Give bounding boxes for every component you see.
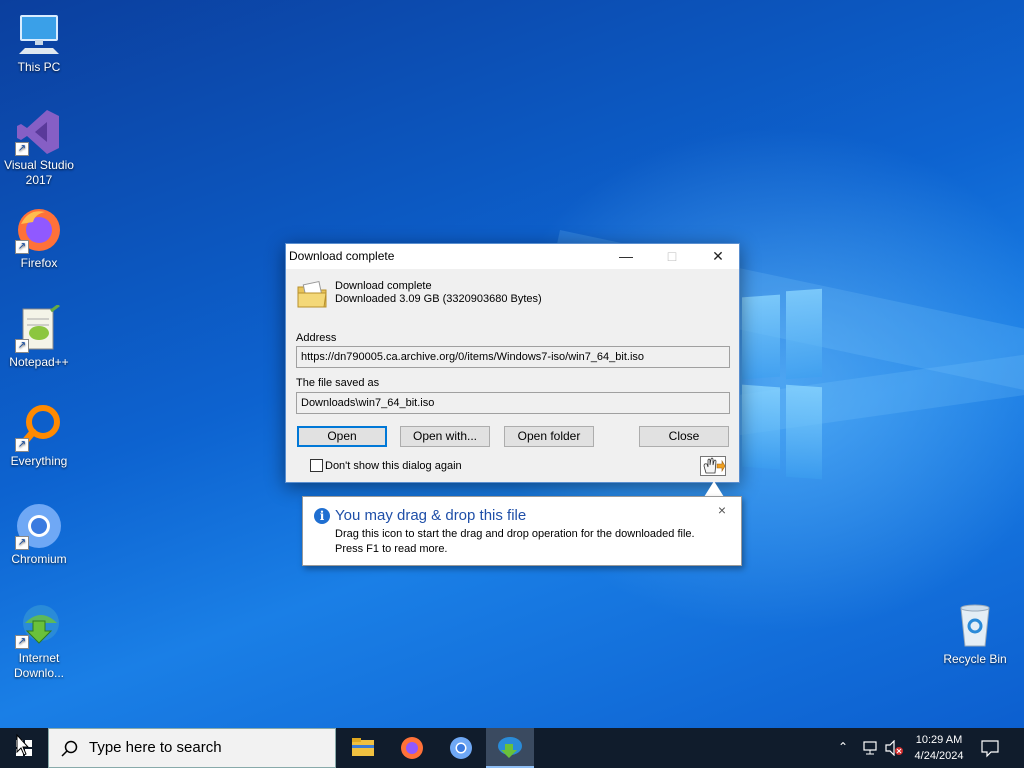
folder-file-icon: [296, 279, 328, 311]
open-folder-button[interactable]: Open folder: [504, 426, 594, 447]
windows-logo-pane: [742, 294, 780, 380]
notification-icon: [981, 740, 999, 758]
network-tray-icon[interactable]: [862, 740, 880, 759]
address-field[interactable]: https://dn790005.ca.archive.org/0/items/…: [296, 346, 730, 368]
start-button[interactable]: [0, 728, 48, 768]
saved-as-field[interactable]: Downloads\win7_64_bit.iso: [296, 392, 730, 414]
desktop-icon-label: Firefox: [20, 256, 58, 270]
notification-center-button[interactable]: [980, 738, 1000, 761]
desktop-icon-internet-download-manager[interactable]: ↗ Internet Downlo...: [1, 601, 77, 681]
open-button[interactable]: Open: [297, 426, 387, 447]
download-size-text: Downloaded 3.09 GB (3320903680 Bytes): [335, 293, 542, 305]
drag-drop-handle[interactable]: [700, 456, 726, 476]
visual-studio-icon: ↗: [15, 108, 63, 156]
taskbar-app-firefox[interactable]: [388, 728, 436, 768]
computer-icon: [15, 10, 63, 58]
windows-logo-pane: [786, 384, 822, 480]
show-hidden-icons-button[interactable]: ⌃: [838, 740, 848, 754]
download-status-heading: Download complete: [335, 280, 432, 292]
drag-hand-icon: [703, 457, 726, 474]
desktop-icon-this-pc[interactable]: This PC: [1, 10, 77, 75]
open-with-button[interactable]: Open with...: [400, 426, 490, 447]
volume-tray-icon[interactable]: [884, 739, 904, 759]
internet-download-manager-icon: [498, 737, 522, 758]
shortcut-arrow-icon: ↗: [15, 339, 29, 353]
clock-time: 10:29 AM: [915, 734, 963, 746]
close-icon: ×: [717, 502, 727, 518]
desktop-icon-everything[interactable]: ↗ Everything: [1, 404, 77, 469]
taskbar-search-box[interactable]: Type here to search: [48, 728, 336, 768]
desktop-icon-visual-studio[interactable]: ↗ Visual Studio 2017: [1, 108, 77, 188]
shortcut-arrow-icon: ↗: [15, 142, 29, 156]
windows-logo-pane: [742, 384, 780, 470]
desktop-icon-label: Chromium: [11, 552, 67, 566]
network-icon: [863, 741, 877, 755]
close-button[interactable]: Close: [639, 426, 729, 447]
close-window-button[interactable]: ✕: [695, 244, 741, 269]
address-label: Address: [296, 332, 337, 344]
dont-show-checkbox-label[interactable]: Don't show this dialog again: [325, 460, 462, 472]
tooltip-pointer: [704, 481, 724, 497]
desktop-icon-notepad-plus-plus[interactable]: ↗ Notepad++: [1, 303, 77, 370]
clock-date: 4/24/2024: [914, 750, 964, 762]
speaker-muted-icon: [885, 739, 903, 757]
minimize-button[interactable]: —: [603, 244, 649, 269]
desktop-icon-label: This PC: [17, 60, 61, 74]
taskbar-app-internet-download-manager[interactable]: [486, 728, 534, 768]
desktop-icon-label: Visual Studio 2017: [4, 158, 74, 187]
desktop-icon-label: Recycle Bin: [943, 652, 1007, 666]
taskbar-app-file-explorer[interactable]: [339, 728, 387, 768]
shortcut-arrow-icon: ↗: [15, 438, 29, 452]
chevron-up-icon: ⌃: [838, 740, 849, 754]
desktop-icon-chromium[interactable]: ↗ Chromium: [1, 502, 77, 567]
notepad-plus-plus-icon: ↗: [15, 303, 63, 353]
desktop-icon-recycle-bin[interactable]: Recycle Bin: [937, 602, 1013, 667]
chromium-icon: ↗: [15, 502, 63, 550]
minimize-icon: —: [619, 248, 633, 264]
tooltip-line-1: Drag this icon to start the drag and dro…: [335, 528, 695, 540]
window-title: Download complete: [289, 249, 395, 263]
search-placeholder: Type here to search: [89, 739, 222, 756]
dont-show-checkbox[interactable]: [310, 459, 323, 472]
tooltip-line-2: Press F1 to read more.: [335, 543, 448, 555]
desktop-icon-label: Internet Downlo...: [13, 651, 65, 680]
shortcut-arrow-icon: ↗: [15, 635, 29, 649]
maximize-icon: □: [667, 248, 677, 264]
close-icon: ✕: [712, 248, 724, 264]
everything-search-icon: ↗: [15, 404, 63, 452]
taskbar-app-chromium[interactable]: [437, 728, 485, 768]
folder-icon: [352, 738, 374, 756]
windows-start-icon: [16, 733, 32, 756]
desktop-icon-firefox[interactable]: ↗ Firefox: [1, 206, 77, 271]
firefox-icon: [401, 737, 423, 759]
desktop-icon-label: Everything: [10, 454, 68, 468]
tooltip-title: You may drag & drop this file: [335, 507, 527, 524]
info-icon: i: [314, 508, 330, 524]
shortcut-arrow-icon: ↗: [15, 240, 29, 254]
firefox-icon: ↗: [15, 206, 63, 254]
windows-logo-pane: [786, 288, 822, 380]
clock[interactable]: 10:29 AM 4/24/2024: [909, 732, 969, 764]
chromium-icon: [450, 737, 472, 759]
download-complete-dialog: Download complete — □ ✕ Download complet…: [285, 243, 740, 483]
search-icon: [61, 740, 78, 757]
recycle-bin-icon: [951, 602, 999, 650]
drag-drop-tooltip: i You may drag & drop this file Drag thi…: [302, 496, 742, 566]
maximize-button: □: [649, 244, 695, 269]
shortcut-arrow-icon: ↗: [15, 536, 29, 550]
saved-as-label: The file saved as: [296, 377, 380, 389]
desktop-icon-label: Notepad++: [9, 355, 69, 369]
tooltip-close-button[interactable]: ×: [715, 503, 729, 517]
taskbar: Type here to search ⌃ 10:29 AM 4/24/2024: [0, 728, 1024, 768]
title-bar[interactable]: Download complete — □ ✕: [286, 244, 739, 269]
internet-download-manager-icon: ↗: [15, 601, 63, 649]
